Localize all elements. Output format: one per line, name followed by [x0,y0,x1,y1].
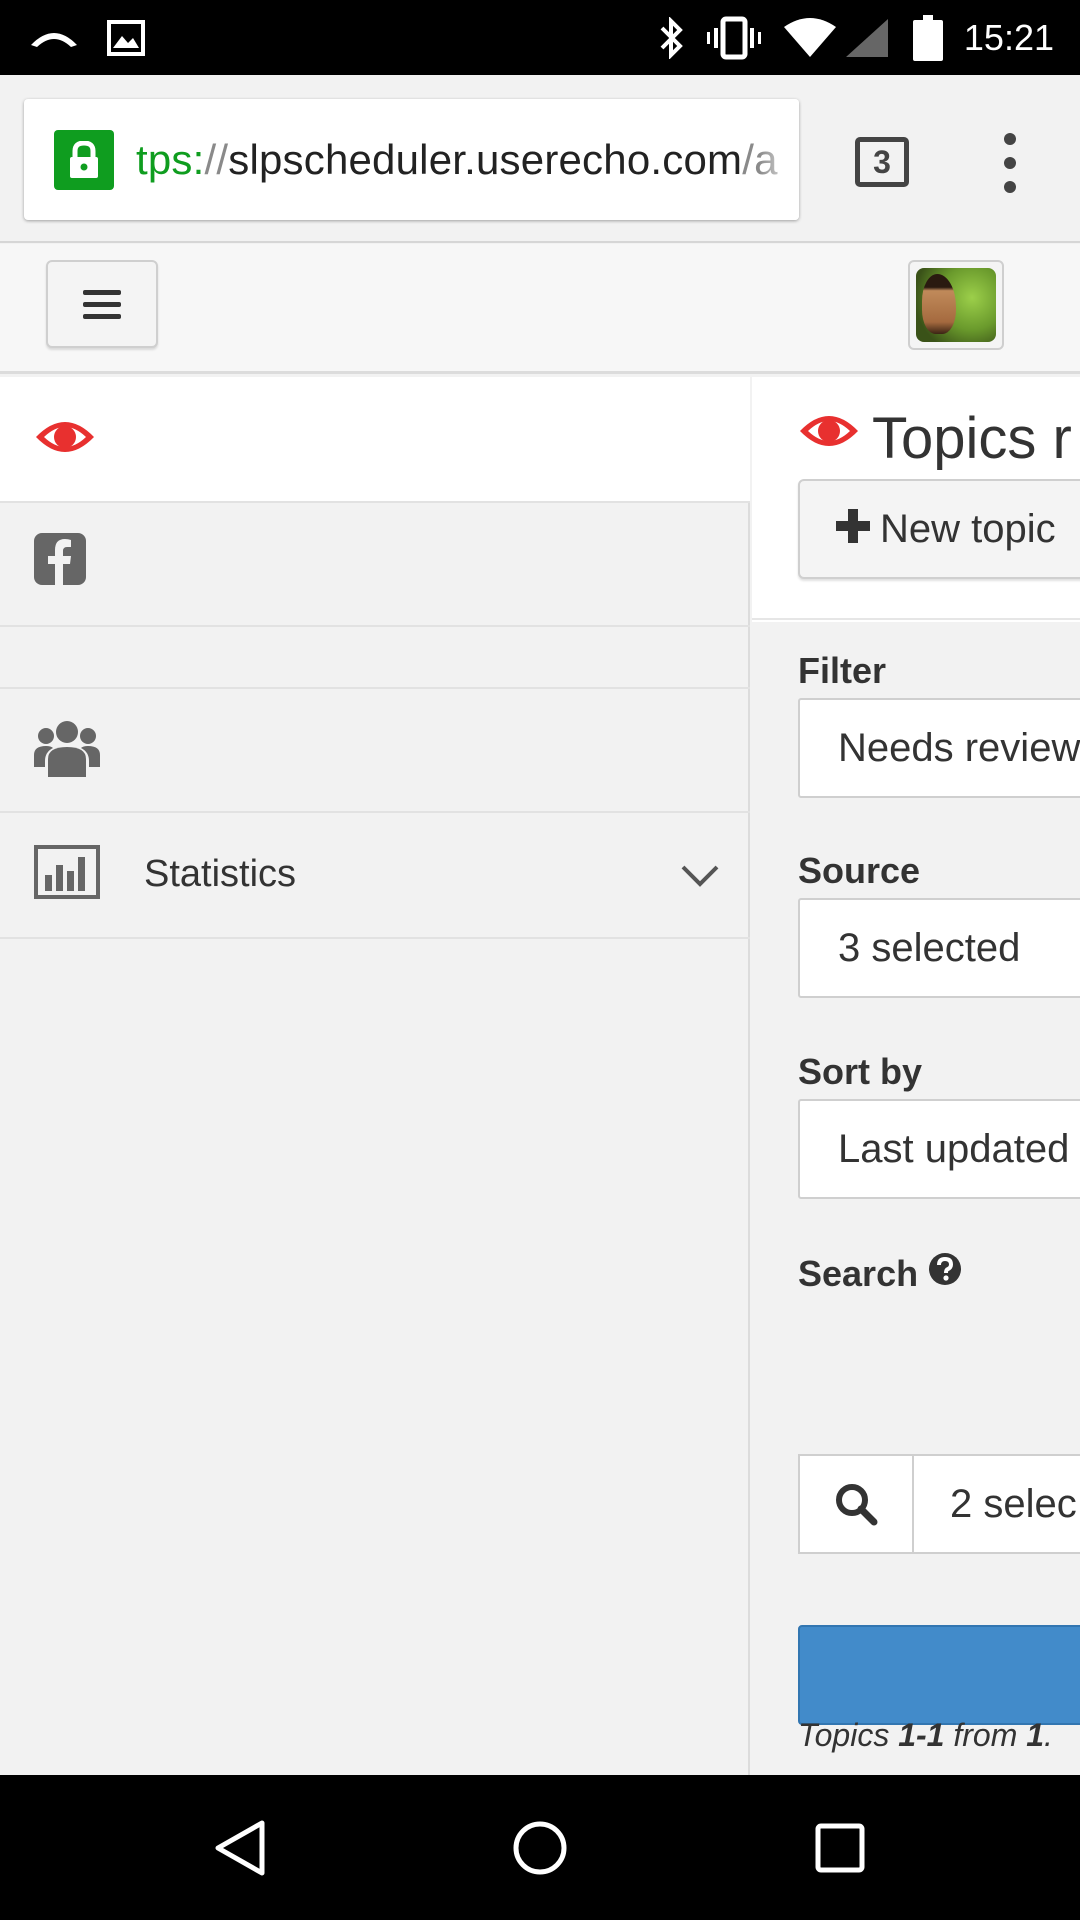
app-navbar [0,244,1080,374]
sort-select[interactable]: Last updated [798,1099,1080,1199]
help-icon[interactable] [928,1252,962,1295]
summary-mid: from [944,1717,1027,1753]
new-topic-label: New topic [880,507,1056,551]
vibrate-icon [706,0,762,75]
url-host: slpscheduler.userecho.com [228,136,743,183]
address-bar[interactable]: tps://slpscheduler.userecho.com/a [24,99,799,220]
url-scheme: tps: [136,136,205,183]
browser-toolbar: tps://slpscheduler.userecho.com/a 3 [0,75,1080,243]
source-value: 3 selected [838,926,1021,970]
plus-icon [836,509,870,548]
filter-select[interactable]: Needs review [798,698,1080,798]
eye-icon [798,409,860,458]
summary-prefix: Topics [798,1717,899,1753]
sidebar-item-review[interactable] [0,377,750,503]
search-field-value: 2 selec [950,1482,1077,1526]
users-icon [34,719,100,777]
source-label: Source [798,850,921,891]
battery-icon [910,0,946,75]
user-avatar-button[interactable] [908,260,1004,350]
topics-summary: Topics 1-1 from 1. [798,1717,1053,1754]
page-header: Topics r New topic [752,377,1080,620]
search-label: Search [798,1252,919,1294]
menu-toggle-button[interactable] [46,260,158,348]
sidebar-item-statistics[interactable]: Statistics [0,813,750,939]
summary-total: 1 [1026,1717,1045,1753]
image-notification-icon [104,0,148,75]
status-clock: 15:21 [963,17,1054,58]
search-icon[interactable] [798,1454,914,1554]
system-navigation-bar [0,1775,1080,1920]
wifi-icon [782,0,838,75]
sort-value: Last updated [838,1127,1070,1171]
new-topic-button[interactable]: New topic [798,479,1080,579]
search-field[interactable]: 2 selec [912,1454,1080,1554]
url-text: tps://slpscheduler.userecho.com/a [136,99,778,220]
facebook-icon [34,533,86,585]
page-title: Topics r [872,406,1072,471]
sidebar-item-users[interactable] [0,689,750,813]
source-select[interactable]: 3 selected [798,898,1080,998]
bluetooth-icon [652,0,692,75]
recents-icon[interactable] [800,1775,880,1920]
back-icon[interactable] [200,1775,280,1920]
missed-call-icon [24,0,84,75]
search-label-row: Search [798,1252,962,1295]
avatar [916,268,996,342]
summary-range: 1-1 [898,1717,945,1753]
sidebar-item-label: Statistics [144,853,297,895]
filter-panel: Filter Needs review Source 3 selected So… [752,622,1080,1775]
bar-chart-icon [34,845,100,899]
cell-signal-icon [842,0,892,75]
chevron-down-icon[interactable] [680,863,720,894]
sidebar: Statistics [0,377,750,1775]
sort-label: Sort by [798,1051,923,1092]
url-fade [759,99,799,220]
eye-icon [34,415,96,459]
lock-icon[interactable] [54,130,114,190]
search-group: 2 selec [798,1454,1080,1554]
summary-suffix: . [1044,1717,1053,1753]
browser-menu-icon[interactable] [995,133,1025,193]
filter-label: Filter [798,650,887,691]
url-slashes: // [204,136,229,183]
sidebar-item-facebook[interactable] [0,503,750,627]
sidebar-item-empty[interactable] [0,627,750,689]
status-bar: 15:21 [0,0,1080,75]
apply-filter-button[interactable] [798,1625,1080,1725]
main-content: Topics r New topic Filter Needs review S… [752,377,1080,1775]
tab-switcher-button[interactable]: 3 [855,137,909,187]
filter-value: Needs review [838,726,1080,770]
home-icon[interactable] [500,1775,580,1920]
